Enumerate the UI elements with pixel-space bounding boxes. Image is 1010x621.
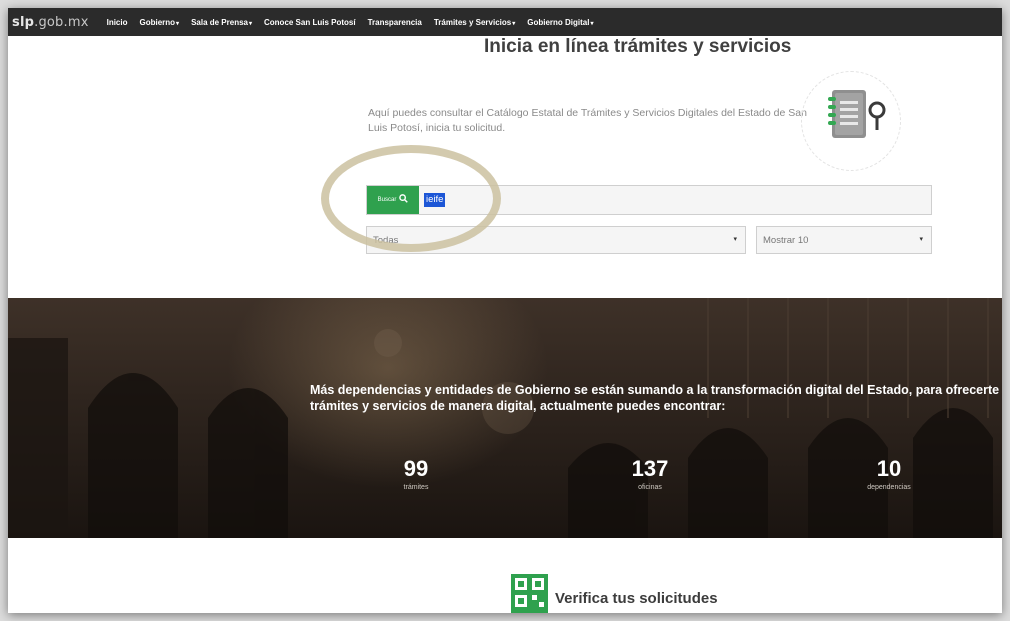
stat-tramites: 99 trámites: [356, 456, 476, 491]
site-logo[interactable]: slp.gob.mx: [12, 15, 89, 30]
catalog-search-illustration: [801, 71, 901, 171]
verify-title: Verifica tus solicitudes: [555, 590, 718, 607]
hero-text: Más dependencias y entidades de Gobierno…: [310, 383, 1000, 413]
nav-item-inicio[interactable]: Inicio: [107, 18, 128, 27]
stat-label: dependencias: [867, 484, 911, 491]
nav-item-tramites-servicios[interactable]: Trámites y Servicios▾: [434, 18, 515, 27]
search-bar: Buscar ieife: [366, 185, 932, 215]
chevron-down-icon: ▾: [512, 20, 516, 27]
nav-label: Gobierno: [139, 17, 176, 27]
nav-item-transparencia[interactable]: Transparencia: [368, 18, 422, 27]
top-navbar: slp.gob.mx Inicio Gobierno▾ Sala de Pren…: [8, 8, 1002, 36]
search-button-label: Buscar: [377, 197, 397, 203]
nav-label: Sala de Prensa: [191, 17, 248, 27]
page-size-select-value: Mostrar 10: [763, 234, 809, 246]
stat-value: 137: [631, 456, 669, 481]
chevron-down-icon: ▾: [590, 20, 594, 27]
category-select[interactable]: Todas ▾: [366, 226, 746, 254]
stat-value: 10: [876, 456, 902, 481]
arches-background: [8, 298, 993, 538]
nav-item-gobierno[interactable]: Gobierno▾: [139, 18, 179, 27]
nav-item-gobierno-digital[interactable]: Gobierno Digital▾: [527, 18, 593, 27]
nav-label: Trámites y Servicios: [433, 17, 512, 27]
stat-oficinas: 137 oficinas: [590, 456, 710, 491]
nav-label: Conoce San Luis Potosí: [264, 17, 356, 27]
qr-code-icon: [511, 574, 548, 613]
search-button[interactable]: Buscar: [367, 186, 419, 214]
chevron-down-icon: ▾: [248, 20, 252, 27]
catalog-search-icon: [828, 90, 886, 138]
nav-item-conoce-slp[interactable]: Conoce San Luis Potosí: [264, 18, 356, 27]
stat-dependencias: 10 dependencias: [829, 456, 949, 491]
search-input-value[interactable]: ieife: [424, 193, 446, 207]
logo-domain: .gob.mx: [34, 14, 89, 30]
stat-value: 99: [403, 456, 429, 481]
page-title: Inicia en línea trámites y servicios: [484, 36, 792, 57]
chevron-down-icon: ▾: [176, 20, 180, 27]
page-size-select[interactable]: Mostrar 10 ▾: [756, 226, 932, 254]
nav-item-sala-de-prensa[interactable]: Sala de Prensa▾: [191, 18, 252, 27]
hero-banner: Más dependencias y entidades de Gobierno…: [8, 298, 1002, 538]
stat-label: trámites: [403, 484, 429, 491]
chevron-down-icon: ▾: [919, 236, 923, 243]
browser-page: slp.gob.mx Inicio Gobierno▾ Sala de Pren…: [8, 8, 1002, 613]
search-icon: [399, 194, 409, 206]
nav-label: Inicio: [106, 17, 128, 27]
nav-label: Transparencia: [367, 17, 422, 27]
nav-label: Gobierno Digital: [527, 17, 590, 27]
stat-label: oficinas: [638, 484, 662, 491]
logo-slp: slp: [12, 14, 35, 30]
intro-text: Aquí puedes consultar el Catálogo Estata…: [368, 107, 807, 134]
category-select-value: Todas: [373, 234, 399, 246]
chevron-down-icon: ▾: [733, 236, 737, 243]
